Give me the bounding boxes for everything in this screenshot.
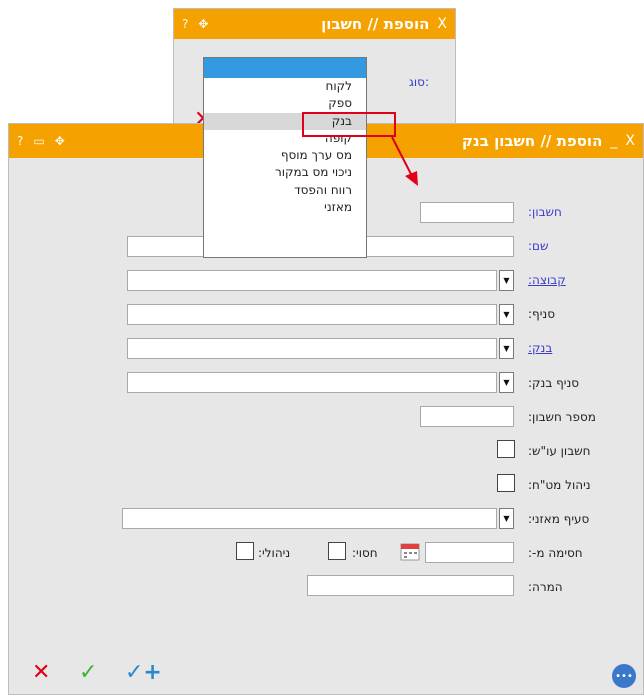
chat-icon[interactable]: ••• <box>612 664 636 688</box>
bank-branch-label: סניף בנק: <box>528 376 580 390</box>
account-number-label: מספר חשבון: <box>528 410 596 424</box>
branch-select[interactable] <box>127 304 497 325</box>
close-button[interactable]: X <box>437 16 447 32</box>
type-option-balance[interactable]: מאזני <box>204 199 366 216</box>
move-icon[interactable]: ✥ <box>55 134 65 148</box>
bank-branch-select[interactable] <box>127 372 497 393</box>
account-osh-label: חשבון עו"ש: <box>528 444 591 458</box>
conversion-input[interactable] <box>307 575 514 596</box>
account-osh-checkbox[interactable] <box>497 440 515 458</box>
type-option-supplier[interactable]: ספק <box>204 95 366 112</box>
bank-dropdown-button[interactable]: ▼ <box>499 338 514 359</box>
bank-label[interactable]: בנק: <box>528 341 552 355</box>
help-icon[interactable]: ? <box>182 17 188 31</box>
type-dropdown-list[interactable]: לקוח ספק בנק קופה מס ערך מוסף ניכוי מס ב… <box>203 57 367 258</box>
branch-dropdown-button[interactable]: ▼ <box>499 304 514 325</box>
type-option-profit-loss[interactable]: רווח והפסד <box>204 182 366 199</box>
blocked-checkbox[interactable] <box>328 542 346 560</box>
confirm-and-add-button[interactable]: ✓+ <box>125 660 162 685</box>
cancel-button[interactable]: ✕ <box>32 660 50 685</box>
group-dropdown-button[interactable]: ▼ <box>499 270 514 291</box>
managed-checkbox[interactable] <box>236 542 254 560</box>
bank-select[interactable] <box>127 338 497 359</box>
dialog-title: הוספת // חשבון בנק <box>461 132 603 150</box>
selected-value[interactable] <box>204 58 366 78</box>
highlight-box <box>302 112 396 137</box>
calendar-icon[interactable] <box>400 542 420 561</box>
fx-management-checkbox[interactable] <box>497 474 515 492</box>
type-option-vat[interactable]: מס ערך מוסף <box>204 147 366 164</box>
fx-management-label: ניהול מט"ח: <box>528 478 591 492</box>
group-label[interactable]: קבוצה: <box>528 273 566 287</box>
block-from-label: חסימה מ-: <box>528 546 583 560</box>
managed-label: ניהולי: <box>258 546 291 560</box>
type-label: סוג: <box>408 75 429 89</box>
branch-label: סניף: <box>528 307 555 321</box>
account-label: חשבון: <box>528 205 562 219</box>
move-icon[interactable]: ✥ <box>198 17 208 31</box>
blocked-label: חסוי: <box>352 546 378 560</box>
balance-item-dropdown-button[interactable]: ▼ <box>499 508 514 529</box>
dialog-title: הוספת // חשבון <box>321 15 430 33</box>
bank-branch-dropdown-button[interactable]: ▼ <box>499 372 514 393</box>
account-input[interactable] <box>420 202 514 223</box>
minimize-button[interactable]: _ <box>610 133 617 149</box>
block-from-input[interactable] <box>425 542 514 563</box>
confirm-button[interactable]: ✓ <box>79 660 97 685</box>
balance-item-select[interactable] <box>122 508 497 529</box>
help-icon[interactable]: ? <box>17 134 23 148</box>
close-button[interactable]: X <box>625 133 635 149</box>
name-label: שם: <box>528 239 549 253</box>
account-number-input[interactable] <box>420 406 514 427</box>
type-option-withholding[interactable]: ניכוי מס במקור <box>204 164 366 181</box>
conversion-label: המרה: <box>528 580 563 594</box>
type-option-customer[interactable]: לקוח <box>204 78 366 95</box>
print-icon[interactable]: ▭ <box>33 134 44 148</box>
group-select[interactable] <box>127 270 497 291</box>
title-bar[interactable]: ? ✥ X הוספת // חשבון <box>174 9 455 39</box>
balance-item-label: סעיף מאזני: <box>528 512 590 526</box>
